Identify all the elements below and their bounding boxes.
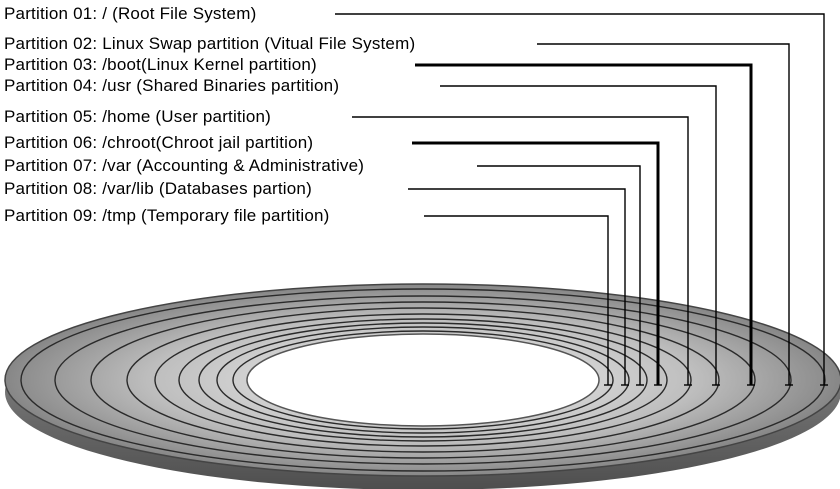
partition-diagram: Partition 01: / (Root File System) Parti… (0, 0, 840, 489)
disk-center-hole (246, 333, 600, 427)
partition-label-06: Partition 06: /chroot(Chroot jail partit… (4, 133, 314, 152)
partition-label-09: Partition 09: /tmp (Temporary file parti… (4, 206, 330, 225)
partition-label-08: Partition 08: /var/lib (Databases partio… (4, 179, 312, 198)
partition-label-04: Partition 04: /usr (Shared Binaries part… (4, 76, 340, 95)
partition-label-05: Partition 05: /home (User partition) (4, 107, 272, 126)
partition-label-02: Partition 02: Linux Swap partition (Vitu… (4, 34, 416, 53)
partition-label-07: Partition 07: /var (Accounting & Adminis… (4, 156, 365, 175)
partition-label-03: Partition 03: /boot(Linux Kernel partiti… (4, 55, 317, 74)
partition-label-01: Partition 01: / (Root File System) (4, 4, 257, 23)
